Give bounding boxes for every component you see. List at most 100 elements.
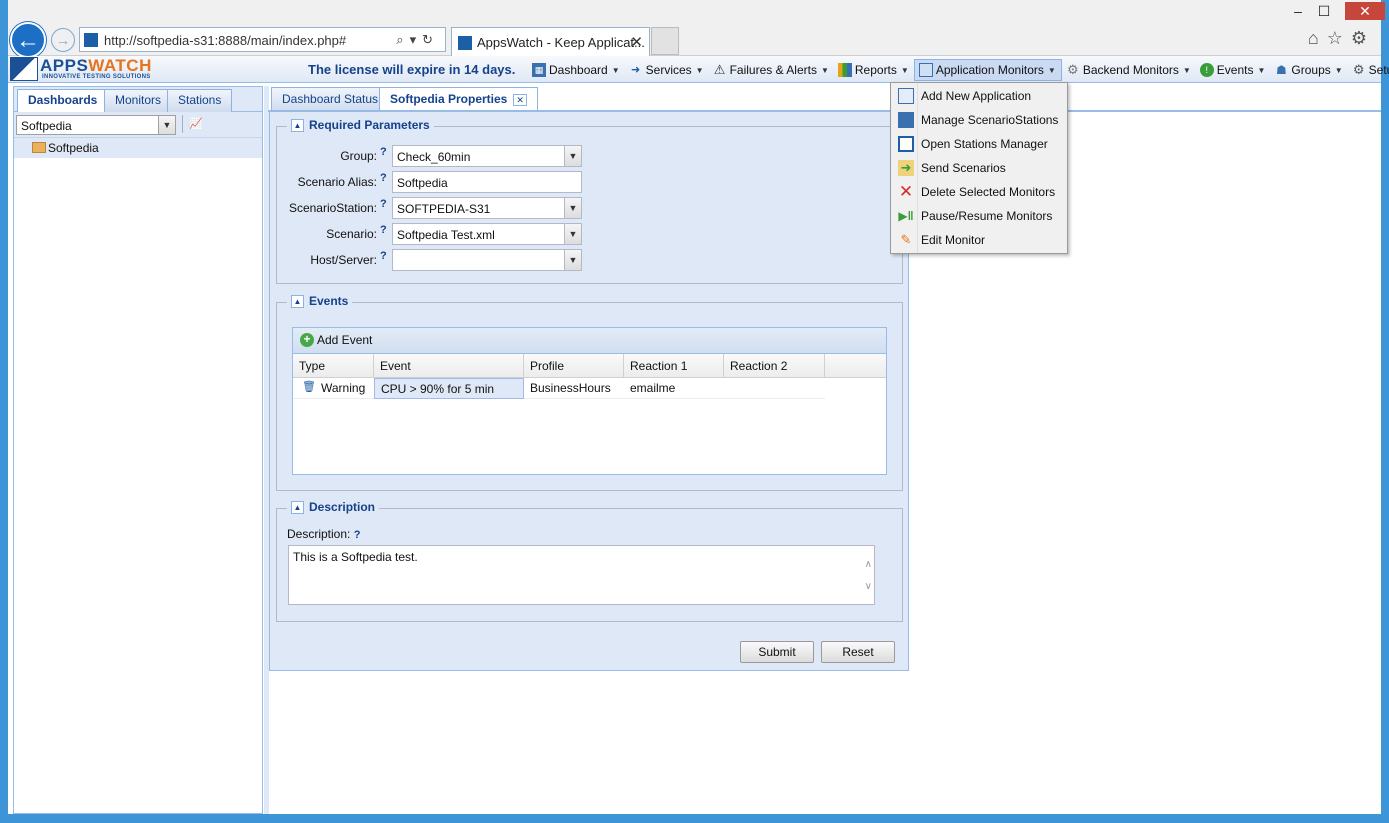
menu-item-manage-scenariostations[interactable]: Manage ScenarioStations xyxy=(891,108,1067,132)
menu-failures-alerts[interactable]: ⚠ Failures & Alerts ▼ xyxy=(709,59,834,81)
back-button[interactable]: ← xyxy=(10,22,46,58)
url-text[interactable]: http://softpedia-s31:8888/main/index.php… xyxy=(104,33,346,48)
help-icon[interactable]: ? xyxy=(380,172,387,184)
chevron-down-icon: ▼ xyxy=(1182,65,1191,75)
tab-softpedia-properties[interactable]: Softpedia Properties ✕ xyxy=(379,87,538,111)
maximize-button[interactable]: ☐ xyxy=(1311,2,1337,20)
menu-setup[interactable]: ⚙ Setup▼ xyxy=(1348,59,1389,81)
help-icon[interactable]: ? xyxy=(354,529,361,541)
address-bar[interactable]: http://softpedia-s31:8888/main/index.php… xyxy=(79,27,446,52)
events-grid: + Add Event Type Event Profile Reaction … xyxy=(292,327,887,475)
scenario-alias-input[interactable]: Softpedia xyxy=(392,171,582,193)
description-value: This is a Softpedia test. xyxy=(293,550,418,564)
menu-groups[interactable]: ☗ Groups ▼ xyxy=(1270,59,1347,81)
column-type[interactable]: Type xyxy=(293,354,374,378)
star-icon[interactable]: ☆ xyxy=(1327,28,1351,48)
dashboard-select[interactable]: Softpedia ▼ xyxy=(16,115,176,135)
left-tab-strip: Dashboards Monitors Stations xyxy=(14,87,262,113)
tab-dashboard-status[interactable]: Dashboard Status xyxy=(271,87,390,111)
help-icon[interactable]: ? xyxy=(380,198,387,210)
events-title: Events xyxy=(309,294,349,308)
collapse-icon[interactable]: ▲ xyxy=(291,500,304,514)
scenario-select[interactable]: Softpedia Test.xml ▼ xyxy=(392,223,582,245)
dashboard-select-value: Softpedia xyxy=(21,119,72,133)
chevron-down-icon[interactable]: ▼ xyxy=(564,224,581,244)
menu-item-add-new-application[interactable]: Add New Application xyxy=(891,84,1067,108)
column-reaction-1[interactable]: Reaction 1 xyxy=(624,354,724,378)
collapse-icon[interactable]: ▲ xyxy=(291,294,304,308)
menu-services[interactable]: ➜ Services ▼ xyxy=(625,59,709,81)
menu-item-pause-resume-monitors[interactable]: ▶‖ Pause/Resume Monitors xyxy=(891,204,1067,228)
collapse-icon[interactable]: ▲ xyxy=(291,118,304,132)
search-icon[interactable]: ⌕ xyxy=(396,32,409,47)
chevron-down-icon[interactable]: ▼ xyxy=(564,198,581,218)
forward-button[interactable]: → xyxy=(51,28,75,52)
logo-main-text: APPS xyxy=(40,56,89,75)
required-parameters-fieldset: ▲ Required Parameters Group: ? Check_60m… xyxy=(276,118,903,284)
help-icon[interactable]: ? xyxy=(380,250,387,262)
add-event-button[interactable]: + Add Event xyxy=(300,333,372,347)
minimize-button[interactable]: – xyxy=(1285,2,1311,20)
application-monitors-dropdown: Add New Application Manage ScenarioStati… xyxy=(890,82,1068,254)
scrollbar-arrows[interactable]: ∧ ∨ xyxy=(865,554,872,598)
field-scenario: Scenario: ? Softpedia Test.xml ▼ xyxy=(277,223,607,245)
column-reaction-2[interactable]: Reaction 2 xyxy=(724,354,825,378)
menu-events[interactable]: ! Events ▼ xyxy=(1196,59,1271,81)
license-notice: The license will expire in 14 days. xyxy=(308,62,516,77)
new-tab-button[interactable] xyxy=(651,27,679,55)
events-grid-header: Type Event Profile Reaction 1 Reaction 2 xyxy=(293,354,886,378)
browser-tab-appswatch[interactable]: AppsWatch - Keep Applicat... ✕ xyxy=(451,27,650,56)
group-select[interactable]: Check_60min ▼ xyxy=(392,145,582,167)
browser-tab-title: AppsWatch - Keep Applicat... xyxy=(477,35,645,50)
cell-profile: BusinessHours xyxy=(530,381,611,395)
menu-application-monitors[interactable]: Application Monitors ▼ xyxy=(913,59,1062,81)
tab-stations[interactable]: Stations xyxy=(167,89,233,112)
chevron-down-icon[interactable]: ▼ xyxy=(158,116,175,134)
table-row[interactable]: 🗑 Warning CPU > 90% for 5 min BusinessHo… xyxy=(293,378,825,399)
menu-reports[interactable]: Reports ▼ xyxy=(834,59,914,81)
help-icon[interactable]: ? xyxy=(380,224,387,236)
chevron-down-icon: ▼ xyxy=(1334,65,1343,75)
events-grid-toolbar: + Add Event xyxy=(293,328,886,354)
add-event-label: Add Event xyxy=(317,333,373,347)
help-icon[interactable]: ? xyxy=(380,146,387,158)
home-icon[interactable]: ⌂ xyxy=(1308,28,1327,48)
host-server-select[interactable]: ▼ xyxy=(392,249,582,271)
menu-setup-label: Setup xyxy=(1368,63,1389,77)
menu-dashboard[interactable]: ▦ Dashboard ▼ xyxy=(528,59,625,81)
tab-dashboards[interactable]: Dashboards xyxy=(17,89,109,113)
menu-item-send-scenarios[interactable]: ➜ Send Scenarios xyxy=(891,156,1067,180)
chevron-down-icon[interactable]: ▾ xyxy=(410,32,423,47)
scenario-station-select[interactable]: SOFTPEDIA-S31 ▼ xyxy=(392,197,582,219)
close-tab-icon[interactable]: ✕ xyxy=(513,94,527,106)
menu-item-delete-selected-monitors[interactable]: ✕ Delete Selected Monitors xyxy=(891,180,1067,204)
trash-icon[interactable]: 🗑 xyxy=(302,381,316,393)
description-textarea[interactable]: This is a Softpedia test. ∧ ∨ xyxy=(288,545,875,605)
scenario-alias-label: Scenario Alias: xyxy=(297,175,377,189)
tree-item[interactable]: Softpedia xyxy=(14,138,262,158)
field-scenario-alias: Scenario Alias: ? Softpedia xyxy=(277,171,607,193)
address-controls[interactable]: ⌕▾↻ xyxy=(396,32,439,48)
cell-event[interactable]: CPU > 90% for 5 min xyxy=(374,378,524,399)
submit-button[interactable]: Submit xyxy=(740,641,814,663)
chart-icon[interactable]: 📈 xyxy=(189,117,203,131)
menu-item-label: Add New Application xyxy=(921,89,1032,103)
column-event[interactable]: Event xyxy=(374,354,524,378)
close-tab-icon[interactable]: ✕ xyxy=(630,33,643,51)
menu-backend-monitors[interactable]: ⚙ Backend Monitors ▼ xyxy=(1062,59,1196,81)
column-profile[interactable]: Profile xyxy=(524,354,624,378)
refresh-icon[interactable]: ↻ xyxy=(422,32,439,47)
menu-item-edit-monitor[interactable]: ✎ Edit Monitor xyxy=(891,228,1067,252)
close-window-button[interactable]: ✕ xyxy=(1345,2,1385,20)
menu-item-open-stations-manager[interactable]: Open Stations Manager xyxy=(891,132,1067,156)
toolbar-divider xyxy=(182,115,183,133)
chevron-down-icon: ▼ xyxy=(1047,65,1056,75)
left-navigation-panel: Dashboards Monitors Stations Softpedia ▼… xyxy=(13,86,263,814)
chevron-down-icon[interactable]: ▼ xyxy=(564,146,581,166)
tab-monitors[interactable]: Monitors xyxy=(104,89,173,112)
gear-icon[interactable]: ⚙ xyxy=(1351,28,1375,48)
chevron-down-icon[interactable]: ▼ xyxy=(564,250,581,270)
reset-button[interactable]: Reset xyxy=(821,641,895,663)
required-parameters-title: Required Parameters xyxy=(309,118,430,132)
events-legend: ▲ Events xyxy=(287,294,353,308)
